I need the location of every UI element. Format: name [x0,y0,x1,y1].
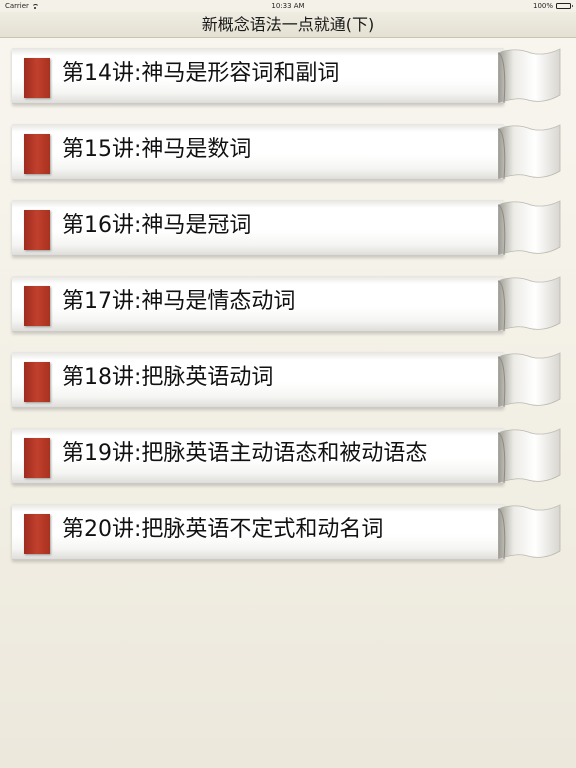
lesson-title: 第17讲:神马是情态动词 [62,289,296,314]
lesson-title: 第20讲:把脉英语不定式和动名词 [62,517,384,542]
bookmark-icon [24,438,50,478]
page-curl-icon [498,48,561,104]
lesson-item-14[interactable]: 第14讲:神马是形容词和副词 [12,45,564,109]
lesson-title: 第16讲:神马是冠词 [62,213,252,238]
bookmark-icon [24,286,50,326]
page-curl-icon [498,352,561,408]
lesson-item-20[interactable]: 第20讲:把脉英语不定式和动名词 [12,501,564,565]
bookmark-icon [24,362,50,402]
lesson-title: 第19讲:把脉英语主动语态和被动语态 [62,441,428,466]
bookmark-icon [24,134,50,174]
lesson-item-16[interactable]: 第16讲:神马是冠词 [12,197,564,261]
lesson-item-19[interactable]: 第19讲:把脉英语主动语态和被动语态 [12,425,564,489]
navigation-bar: 新概念语法一点就通(下) [0,12,576,38]
lesson-title: 第15讲:神马是数词 [62,137,252,162]
page-curl-icon [498,200,561,256]
bookmark-icon [24,210,50,250]
status-time: 10:33 AM [271,2,305,10]
page-title: 新概念语法一点就通(下) [201,15,375,34]
page-curl-icon [498,124,561,180]
page-curl-icon [498,428,561,484]
lesson-item-18[interactable]: 第18讲:把脉英语动词 [12,349,564,413]
lesson-title: 第18讲:把脉英语动词 [62,365,274,390]
status-bar: Carrier 10:33 AM 100% [0,0,576,12]
battery-group: 100% [532,2,573,10]
lesson-item-17[interactable]: 第17讲:神马是情态动词 [12,273,564,337]
lesson-title: 第14讲:神马是形容词和副词 [62,61,340,86]
bookmark-icon [24,58,50,98]
lesson-item-15[interactable]: 第15讲:神马是数词 [12,121,564,185]
page-curl-icon [498,504,561,560]
battery-percent: 100% [532,2,553,10]
battery-icon [556,3,573,9]
page-curl-icon [498,276,561,332]
bookmark-icon [24,514,50,554]
